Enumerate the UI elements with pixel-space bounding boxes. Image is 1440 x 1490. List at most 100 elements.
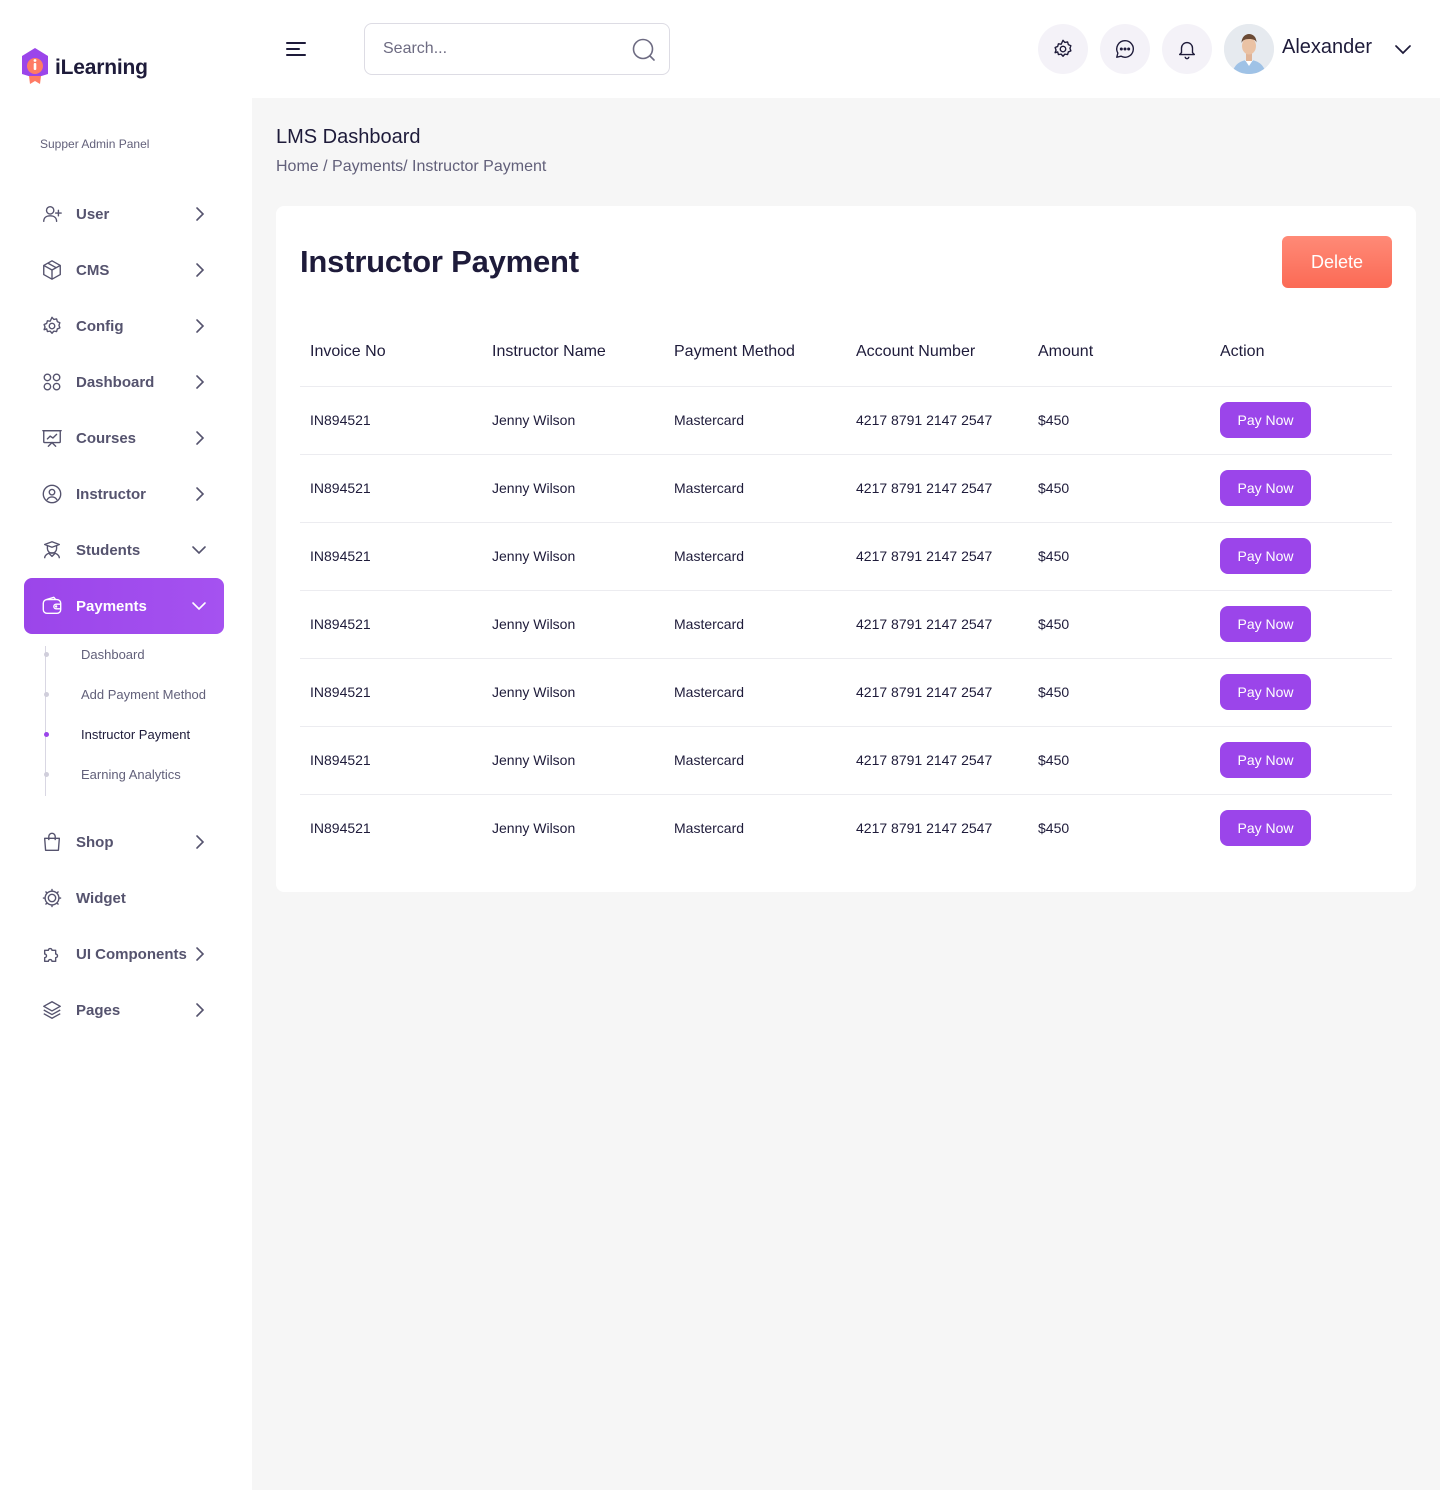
submenu-item-dashboard[interactable]: Dashboard	[44, 634, 224, 674]
sidebar-item-label: Shop	[76, 833, 114, 851]
account-number-cell: 4217 8791 2147 2547	[846, 454, 1028, 523]
submenu-item-label: Instructor Payment	[81, 726, 191, 742]
chevron-right-icon	[190, 485, 208, 503]
amount-cell: $450	[1028, 590, 1210, 659]
chat-icon	[1116, 40, 1134, 58]
column-header-amount: Amount	[1028, 318, 1210, 387]
action-cell: Pay Now	[1210, 522, 1392, 591]
sidebar-item-pages[interactable]: Pages	[24, 982, 224, 1038]
invoice-cell: IN894521	[300, 726, 482, 795]
action-cell: Pay Now	[1210, 454, 1392, 523]
invoice-cell: IN894521	[300, 454, 482, 523]
sidebar-item-label: Payments	[76, 597, 147, 615]
payment-method-cell: Mastercard	[664, 386, 846, 455]
sidebar-item-widget[interactable]: Widget	[24, 870, 224, 926]
instructor-name-cell: Jenny Wilson	[482, 658, 664, 727]
table-row: IN894521 Jenny Wilson Mastercard 4217 87…	[300, 522, 1392, 591]
pay-now-button[interactable]: Pay Now	[1220, 470, 1311, 506]
column-header-account: Account Number	[846, 318, 1028, 387]
payment-method-cell: Mastercard	[664, 726, 846, 795]
submenu-item-add-payment-method[interactable]: Add Payment Method	[44, 674, 224, 714]
chevron-right-icon	[190, 261, 208, 279]
notifications-button[interactable]	[1162, 24, 1212, 74]
table-row: IN894521 Jenny Wilson Mastercard 4217 87…	[300, 794, 1392, 862]
action-cell: Pay Now	[1210, 794, 1392, 862]
avatar[interactable]	[1224, 24, 1274, 74]
sidebar-item-students[interactable]: Students	[24, 522, 224, 578]
account-number-cell: 4217 8791 2147 2547	[846, 522, 1028, 591]
account-number-cell: 4217 8791 2147 2547	[846, 590, 1028, 659]
messages-button[interactable]	[1100, 24, 1150, 74]
sidebar-item-cms[interactable]: CMS	[24, 242, 224, 298]
pay-now-button[interactable]: Pay Now	[1220, 742, 1311, 778]
bell-icon	[1178, 41, 1196, 60]
sidebar-item-label: User	[76, 205, 110, 223]
sidebar-item-payments[interactable]: Payments	[24, 578, 224, 634]
instructor-payment-card: Instructor Payment Delete Invoice No Ins…	[276, 206, 1416, 892]
pay-now-button[interactable]: Pay Now	[1220, 402, 1311, 438]
search-icon[interactable]	[631, 37, 657, 63]
logo[interactable]: iLearning	[20, 47, 148, 85]
submenu-item-label: Add Payment Method	[81, 686, 207, 702]
chevron-right-icon	[190, 1001, 208, 1019]
sidebar-item-ui-components[interactable]: UI Components	[24, 926, 224, 982]
payment-method-cell: Mastercard	[664, 522, 846, 591]
pay-now-button[interactable]: Pay Now	[1220, 538, 1311, 574]
user-menu-toggle[interactable]	[1394, 40, 1412, 58]
chevron-right-icon	[190, 833, 208, 851]
sidebar-item-instructor[interactable]: Instructor	[24, 466, 224, 522]
avatar-image	[1224, 24, 1274, 74]
amount-cell: $450	[1038, 820, 1070, 837]
sidebar-item-user[interactable]: User	[24, 186, 224, 242]
sidebar-item-dashboard[interactable]: Dashboard	[24, 354, 224, 410]
delete-button[interactable]: Delete	[1282, 236, 1392, 288]
user-circle-icon	[40, 482, 64, 506]
settings-button[interactable]	[1038, 24, 1088, 74]
instructor-name-cell: Jenny Wilson	[492, 820, 576, 837]
account-number-cell: 4217 8791 2147 2547	[846, 726, 1028, 795]
chevron-right-icon	[190, 429, 208, 447]
submenu-item-instructor-payment[interactable]: Instructor Payment	[44, 714, 224, 754]
sidebar: iLearning Supper Admin Panel User CMS Co…	[0, 0, 252, 1490]
breadcrumb[interactable]: Home / Payments/ Instructor Payment	[276, 158, 546, 176]
bullet-dot	[44, 731, 49, 737]
sidebar-item-label: UI Components	[76, 945, 187, 963]
sidebar-item-courses[interactable]: Courses	[24, 410, 224, 466]
logo-icon	[20, 47, 50, 85]
chevron-empty	[190, 889, 208, 907]
sidebar-item-config[interactable]: Config	[24, 298, 224, 354]
table-row: IN894521 Jenny Wilson Mastercard 4217 87…	[300, 386, 1392, 455]
column-header-name: Instructor Name	[482, 318, 664, 387]
sidebar-item-label: Instructor	[76, 485, 147, 503]
student-icon	[40, 538, 64, 562]
chevron-down-icon	[1395, 45, 1411, 55]
search-input[interactable]	[365, 24, 605, 74]
action-cell: Pay Now	[1210, 726, 1392, 795]
pay-now-button[interactable]: Pay Now	[1220, 810, 1311, 847]
payment-method-cell: Mastercard	[664, 658, 846, 727]
instructor-name-cell: Jenny Wilson	[482, 726, 664, 795]
invoice-cell: IN894521	[300, 522, 482, 591]
pay-now-button[interactable]: Pay Now	[1220, 606, 1311, 642]
column-header-invoice: Invoice No	[300, 318, 482, 387]
layers-icon	[40, 998, 64, 1022]
invoice-cell: IN894521	[310, 820, 371, 837]
table-row: IN894521 Jenny Wilson Mastercard 4217 87…	[300, 658, 1392, 727]
account-number-cell: 4217 8791 2147 2547	[846, 658, 1028, 727]
amount-cell: $450	[1028, 454, 1210, 523]
page-title: LMS Dashboard	[276, 126, 421, 148]
sidebar-item-label: CMS	[76, 261, 110, 279]
sidebar-item-shop[interactable]: Shop	[24, 814, 224, 870]
instructor-name-cell: Jenny Wilson	[482, 454, 664, 523]
menu-toggle-button[interactable]	[286, 40, 308, 58]
wallet-icon	[40, 594, 64, 618]
submenu-item-earning-analytics[interactable]: Earning Analytics	[44, 754, 224, 794]
pay-now-button[interactable]: Pay Now	[1220, 674, 1311, 710]
column-header-method: Payment Method	[664, 318, 846, 387]
bullet-dot	[44, 771, 49, 777]
invoice-cell: IN894521	[300, 386, 482, 455]
sidebar-nav: User CMS Config Dashboard Courses Instru…	[24, 186, 224, 1038]
account-number-cell: 4217 8791 2147 2547	[856, 820, 993, 837]
chevron-right-icon	[190, 205, 208, 223]
user-name[interactable]: Alexander	[1282, 36, 1372, 59]
